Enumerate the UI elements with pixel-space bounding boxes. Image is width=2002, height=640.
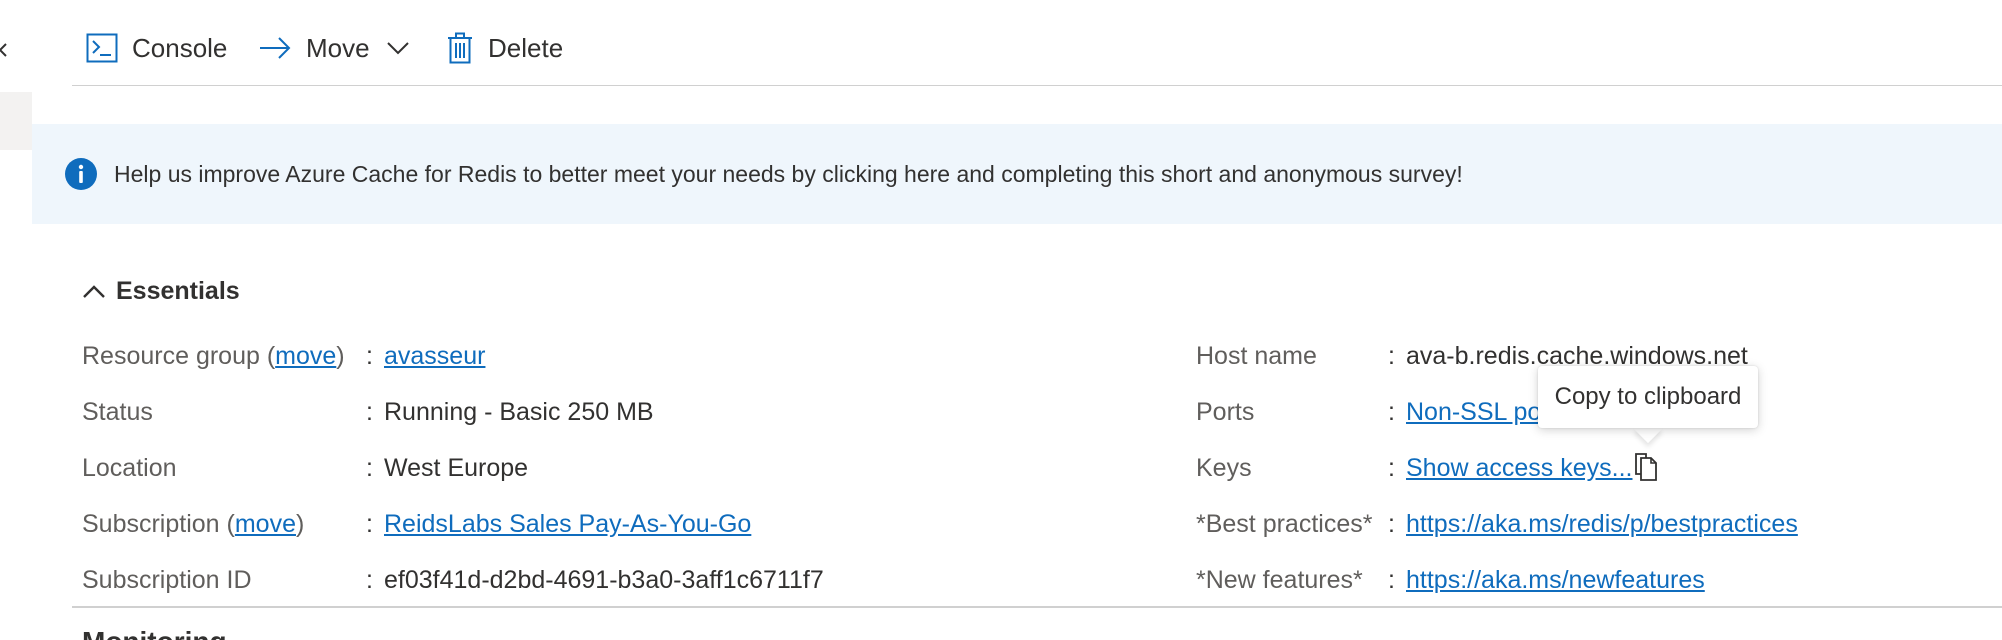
trash-icon [448,32,472,64]
move-label: Move [306,32,370,63]
copy-icon[interactable] [1633,452,1659,482]
show-access-keys-link[interactable]: Show access keys... [1406,454,1632,483]
subscription-label-suffix: ) [296,510,305,538]
tooltip-text: Copy to clipboard [1554,383,1742,410]
resource-group-move-link[interactable]: move [275,342,336,370]
chevron-left-icon[interactable] [0,34,16,64]
new-features-label: *New features* [1196,566,1363,594]
new-features-link[interactable]: https://aka.ms/newfeatures [1406,566,1705,595]
delete-button[interactable]: Delete [446,27,563,69]
section-divider [72,606,2002,608]
location-label: Location [82,454,177,482]
essentials-title: Essentials [116,276,240,305]
console-label: Console [132,32,228,63]
info-icon [65,158,97,190]
resource-group-label: Resource group (move) [82,342,345,371]
status-label: Status [82,398,153,426]
colon: : [366,342,373,370]
banner-text: Help us improve Azure Cache for Redis to… [114,160,1463,187]
keys-label: Keys [1196,454,1252,482]
resource-group-label-suffix: ) [336,342,345,370]
resource-group-value-link[interactable]: avasseur [384,342,485,371]
colon: : [1388,454,1395,482]
best-practices-label: *Best practices* [1196,510,1373,538]
status-value: Running - Basic 250 MB [384,398,654,426]
copy-tooltip: Copy to clipboard [1538,366,1758,428]
subscription-label-text: Subscription ( [82,510,235,538]
redis-overview-page: Console Move Delete Help us improve Azur… [0,0,2002,640]
ports-label: Ports [1196,398,1255,426]
move-button[interactable]: Move [258,27,410,69]
essentials-toggle[interactable]: Essentials [82,274,240,308]
console-icon [86,33,118,63]
chevron-up-icon [83,285,105,298]
arrow-right-icon [260,37,291,59]
colon: : [366,510,373,538]
subscription-move-link[interactable]: move [235,510,296,538]
colon: : [366,566,373,594]
colon: : [1388,342,1395,370]
ports-value-link[interactable]: Non-SSL po [1406,398,1541,427]
command-bar: Console Move Delete [72,0,2002,86]
delete-label: Delete [488,32,564,63]
colon: : [366,398,373,426]
console-button[interactable]: Console [86,27,227,69]
resource-group-label-text: Resource group ( [82,342,276,370]
colon: : [1388,398,1395,426]
subscription-id-label: Subscription ID [82,566,252,594]
host-name-label: Host name [1196,342,1317,370]
best-practices-link[interactable]: https://aka.ms/redis/p/bestpractices [1406,510,1798,539]
subscription-id-value: ef03f41d-d2bd-4691-b3a0-3aff1c6711f7 [384,566,824,594]
chevron-down-icon[interactable] [386,41,410,55]
colon: : [366,454,373,482]
monitoring-heading: Monitoring [82,626,227,640]
colon: : [1388,566,1395,594]
survey-banner[interactable]: Help us improve Azure Cache for Redis to… [32,124,2002,224]
location-value: West Europe [384,454,529,482]
subscription-value-link[interactable]: ReidsLabs Sales Pay-As-You-Go [384,510,751,539]
subscription-label: Subscription (move) [82,510,304,539]
sidebar-selected-edge [0,92,32,150]
colon: : [1388,510,1395,538]
